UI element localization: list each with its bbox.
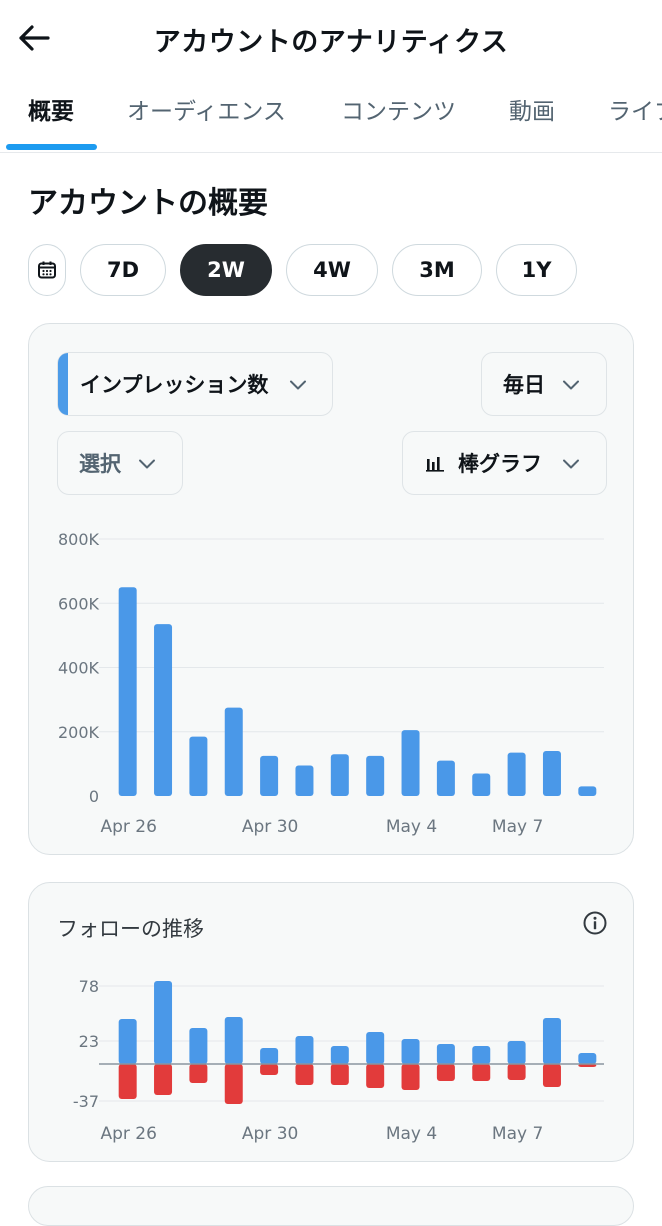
x-tick-label: May 4 — [386, 817, 437, 837]
x-tick-label: Apr 26 — [100, 817, 156, 837]
info-icon[interactable] — [582, 910, 608, 936]
impressions-card: インプレッション数 毎日 選択 棒グラフ 800K 600K 400K 200K 0 Ap… — [28, 323, 634, 855]
unfollow-bar — [366, 1064, 385, 1088]
follow-bar — [507, 1041, 526, 1064]
tab-bar: 概要 オーディエンス コンテンツ 動画 ライブ — [0, 72, 662, 153]
bar — [295, 765, 314, 796]
x-tick-label: Apr 30 — [242, 1124, 298, 1144]
bar — [330, 754, 349, 796]
range-1y-button[interactable]: 1Y — [496, 244, 577, 296]
bar — [118, 587, 137, 796]
bar — [224, 707, 243, 796]
chevron-down-icon — [290, 380, 306, 390]
bar-chart-icon — [426, 457, 444, 472]
tab-live[interactable]: ライブ — [608, 92, 662, 126]
range-7d-button[interactable]: 7D — [80, 244, 166, 296]
x-tick-label: Apr 26 — [100, 1124, 156, 1144]
bar — [578, 786, 597, 796]
tab-video[interactable]: 動画 — [509, 92, 555, 126]
bar — [260, 755, 279, 796]
unfollow-bar — [401, 1064, 420, 1090]
follow-bar — [542, 1018, 561, 1064]
y-tick-label: 600K — [58, 594, 100, 613]
metric-select-label: インプレッション数 — [80, 373, 269, 397]
range-3m-button[interactable]: 3M — [392, 244, 482, 296]
tab-overview[interactable]: 概要 — [28, 92, 74, 126]
app-header: アカウントのアナリティクス — [0, 0, 662, 72]
follow-bar-chart: 78 23 -37Apr 26 Apr 30 May 4 May 7 — [73, 977, 604, 1144]
bar — [154, 624, 173, 796]
bar — [189, 736, 208, 796]
follow-bar — [436, 1044, 455, 1064]
unfollow-bar — [507, 1064, 526, 1080]
y-tick-label: 800K — [58, 530, 100, 549]
date-range-selector: 7D 2W 4W 3M 1Y — [28, 244, 662, 298]
follow-bar — [118, 1019, 137, 1064]
follow-bar — [295, 1036, 314, 1064]
y-tick-label: -37 — [73, 1092, 99, 1111]
follow-bar — [578, 1053, 597, 1064]
chevron-down-icon — [563, 459, 579, 469]
chart-type-select[interactable]: 棒グラフ — [402, 431, 607, 495]
unfollow-bar — [542, 1064, 561, 1087]
interval-select-label: 毎日 — [503, 373, 545, 397]
bar — [507, 752, 526, 796]
compare-select-label: 選択 — [79, 452, 121, 476]
y-tick-label: 400K — [58, 659, 100, 678]
bar — [472, 773, 491, 796]
section-title: アカウントの概要 — [28, 186, 268, 221]
follow-bar — [189, 1028, 208, 1064]
chart-type-select-label: 棒グラフ — [458, 452, 542, 476]
x-tick-label: May 7 — [492, 1124, 543, 1144]
active-tab-indicator — [6, 144, 97, 150]
bar — [366, 755, 385, 796]
range-2w-button[interactable]: 2W — [180, 244, 272, 296]
follow-trend-card: フォローの推移 78 23 -37 Apr 26 Apr 30 May 4 May 7 — [28, 882, 634, 1162]
unfollow-bar — [295, 1064, 314, 1085]
x-tick-label: Apr 30 — [242, 817, 298, 837]
page-title: アカウントのアナリティクス — [153, 27, 509, 58]
next-card — [28, 1186, 634, 1226]
unfollow-bar — [330, 1064, 349, 1085]
metric-select[interactable]: インプレッション数 — [57, 352, 333, 416]
y-tick-label: 0 — [89, 787, 99, 806]
follow-bar — [260, 1048, 279, 1064]
series-color-marker — [58, 353, 68, 415]
bar — [542, 751, 561, 796]
x-tick-label: May 7 — [492, 817, 543, 837]
unfollow-bar — [154, 1064, 173, 1095]
follow-card-title: フォローの推移 — [57, 917, 204, 941]
calendar-button[interactable] — [28, 244, 66, 296]
y-tick-label: 23 — [79, 1032, 99, 1051]
tab-audience[interactable]: オーディエンス — [127, 92, 286, 126]
unfollow-bar — [189, 1064, 208, 1083]
bar — [401, 730, 420, 796]
follow-bar — [366, 1032, 385, 1064]
unfollow-bar — [472, 1064, 491, 1081]
tab-content[interactable]: コンテンツ — [341, 92, 456, 126]
compare-select[interactable]: 選択 — [57, 431, 183, 495]
follow-bar — [224, 1017, 243, 1064]
follow-bar — [472, 1046, 491, 1064]
y-tick-label: 200K — [58, 723, 100, 742]
bar — [436, 760, 455, 796]
x-tick-label: May 4 — [386, 1124, 437, 1144]
interval-select[interactable]: 毎日 — [481, 352, 607, 416]
impressions-bar-chart: 800K 600K 400K 200K 0Apr 26 Apr 30 May 4 May 7 — [58, 530, 604, 837]
unfollow-bar — [260, 1064, 279, 1075]
chevron-down-icon — [139, 459, 155, 469]
y-tick-label: 78 — [79, 977, 99, 996]
unfollow-bar — [118, 1064, 137, 1099]
range-4w-button[interactable]: 4W — [286, 244, 378, 296]
unfollow-bar — [436, 1064, 455, 1081]
follow-bar — [154, 981, 173, 1064]
calendar-icon — [38, 261, 56, 279]
unfollow-bar — [224, 1064, 243, 1104]
follow-bar — [330, 1046, 349, 1064]
chevron-down-icon — [563, 380, 579, 390]
follow-bar — [401, 1039, 420, 1064]
